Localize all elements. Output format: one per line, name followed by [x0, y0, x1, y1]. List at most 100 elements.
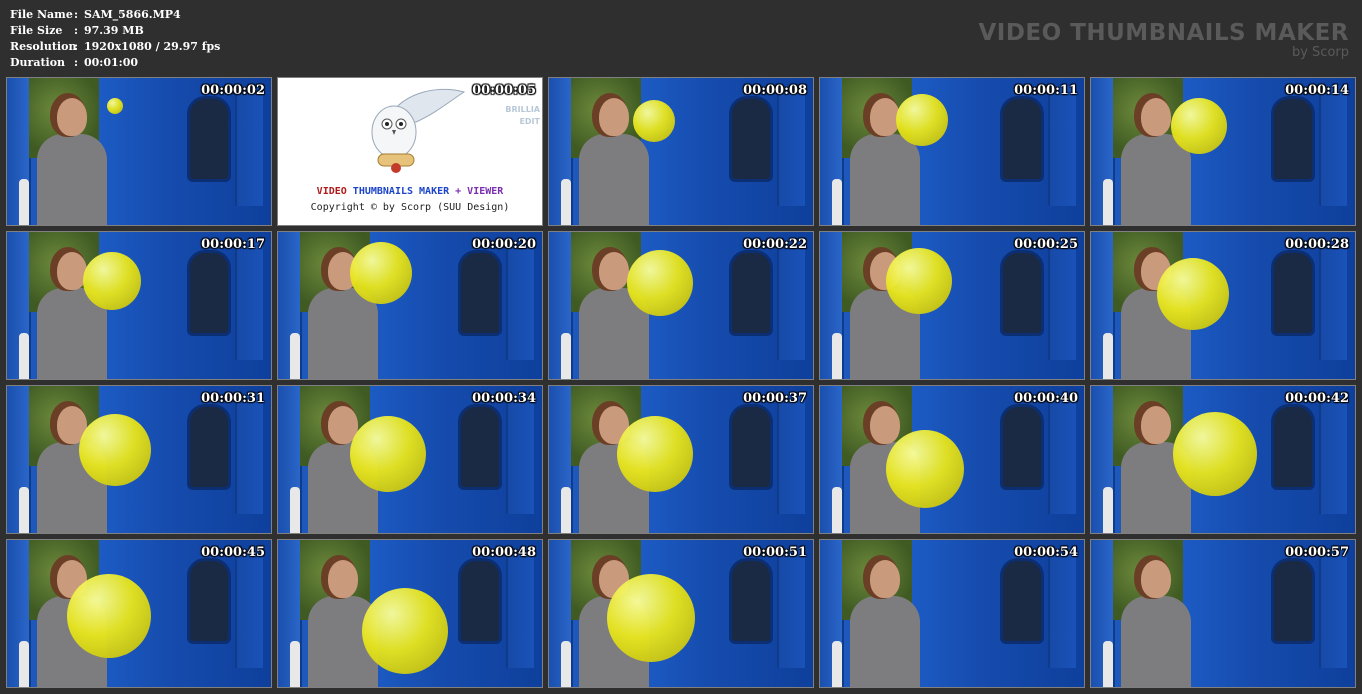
thumbnail-timestamp: 00:00:28 [1285, 237, 1349, 252]
train-panel [235, 240, 263, 360]
thumbnail-timestamp: 00:00:31 [201, 391, 265, 406]
train-window [729, 250, 773, 336]
white-post [1103, 641, 1113, 687]
thumbnail-timestamp: 00:00:05 [472, 83, 536, 98]
info-row-duration: Duration : 00:01:00 [10, 55, 220, 71]
info-value: 97.39 MB [84, 24, 144, 37]
brand-subtitle: by Scorp [1291, 45, 1349, 60]
video-thumbnail[interactable]: 00:00:28 [1090, 231, 1356, 380]
video-thumbnail[interactable]: 00:00:31 [6, 385, 272, 534]
video-thumbnail[interactable]: 00:00:25 [819, 231, 1085, 380]
white-post [832, 487, 842, 533]
train-panel [1048, 394, 1076, 514]
person-head [57, 98, 87, 136]
train-panel [235, 548, 263, 668]
video-thumbnail[interactable]: 00:00:34 [277, 385, 543, 534]
balloon [886, 248, 952, 314]
balloon [83, 252, 141, 310]
white-post [19, 333, 29, 379]
video-thumbnail[interactable]: 00:00:42 [1090, 385, 1356, 534]
splash-title-part: + VIEWER [449, 186, 504, 197]
video-thumbnail[interactable]: 00:00:37 [548, 385, 814, 534]
balloon [1171, 98, 1227, 154]
train-window [1271, 404, 1315, 490]
video-thumbnail[interactable]: 00:00:45 [6, 539, 272, 688]
video-thumbnail[interactable]: 00:00:02 [6, 77, 272, 226]
person-head [1141, 560, 1171, 598]
thumbnail-timestamp: 00:00:08 [743, 83, 807, 98]
train-window [1271, 558, 1315, 644]
person-head [870, 406, 900, 444]
white-post [1103, 179, 1113, 225]
info-value: 1920x1080 / 29.97 fps [84, 40, 221, 53]
info-row-resolution: Resolution : 1920x1080 / 29.97 fps [10, 39, 220, 55]
info-sep: : [74, 24, 79, 37]
white-post [561, 641, 571, 687]
train-window [187, 96, 231, 182]
video-thumbnail[interactable]: 00:00:48 [277, 539, 543, 688]
thumbnail-timestamp: 00:00:34 [472, 391, 536, 406]
train-panel [777, 240, 805, 360]
balloon [350, 242, 412, 304]
video-thumbnail[interactable]: 00:00:14 [1090, 77, 1356, 226]
video-thumbnail[interactable]: 00:00:51 [548, 539, 814, 688]
brand-title: VIDEO THUMBNAILS MAKER [978, 20, 1349, 46]
train-panel [1048, 548, 1076, 668]
splash-thumbnail[interactable]: BRILLIA EDIT VIDEO THUMBNAILS MAKER + VI… [277, 77, 543, 226]
info-row-file-name: File Name : SAM_5866.MP4 [10, 7, 220, 23]
video-thumbnail[interactable]: 00:00:11 [819, 77, 1085, 226]
train-window [1000, 250, 1044, 336]
thumbnail-timestamp: 00:00:20 [472, 237, 536, 252]
video-thumbnail[interactable]: 00:00:08 [548, 77, 814, 226]
thumbnail-timestamp: 00:00:11 [1014, 83, 1078, 98]
video-thumbnail[interactable]: 00:00:20 [277, 231, 543, 380]
white-post [290, 333, 300, 379]
splash-title-part: THUMBNAILS MAKER [352, 186, 450, 197]
balloon [633, 100, 675, 142]
thumbnail-timestamp: 00:00:48 [472, 545, 536, 560]
thumbnail-timestamp: 00:00:54 [1014, 545, 1078, 560]
thumbnail-timestamp: 00:00:17 [201, 237, 265, 252]
white-post [19, 641, 29, 687]
person-head [870, 560, 900, 598]
video-thumbnail[interactable]: 00:00:54 [819, 539, 1085, 688]
person-head [1141, 406, 1171, 444]
person-head [599, 98, 629, 136]
balloon [1173, 412, 1257, 496]
splash-side-line: BRILLIA [505, 105, 540, 114]
video-thumbnail[interactable]: 00:00:22 [548, 231, 814, 380]
video-thumbnail[interactable]: 00:00:57 [1090, 539, 1356, 688]
person [1121, 554, 1191, 687]
train-window [1000, 96, 1044, 182]
splash-copyright: Copyright © by Scorp (SUU Design) [310, 202, 510, 213]
balloon [886, 430, 964, 508]
person-head [1141, 98, 1171, 136]
person-head [599, 252, 629, 290]
train-window [1271, 250, 1315, 336]
person-body [308, 288, 378, 379]
info-value: SAM_5866.MP4 [84, 8, 181, 21]
white-post [19, 179, 29, 225]
brand-watermark: VIDEO THUMBNAILS MAKER by Scorp [978, 20, 1349, 59]
thumbnail-timestamp: 00:00:51 [743, 545, 807, 560]
balloon [617, 416, 693, 492]
info-key: File Name [10, 8, 73, 21]
train-window [729, 404, 773, 490]
train-panel [777, 548, 805, 668]
train-window [1000, 558, 1044, 644]
video-thumbnail[interactable]: 00:00:40 [819, 385, 1085, 534]
train-window [1271, 96, 1315, 182]
train-panel [506, 548, 534, 668]
train-panel [1319, 394, 1347, 514]
train-window [729, 96, 773, 182]
info-key: Resolution [10, 40, 77, 53]
white-post [1103, 487, 1113, 533]
balloon [79, 414, 151, 486]
video-thumbnail[interactable]: 00:00:17 [6, 231, 272, 380]
info-sep: : [74, 56, 79, 69]
info-key: Duration [10, 56, 66, 69]
splash-side-text: BRILLIA EDIT [505, 104, 540, 128]
info-value: 00:01:00 [84, 56, 139, 69]
balloon [350, 416, 426, 492]
train-window [458, 558, 502, 644]
